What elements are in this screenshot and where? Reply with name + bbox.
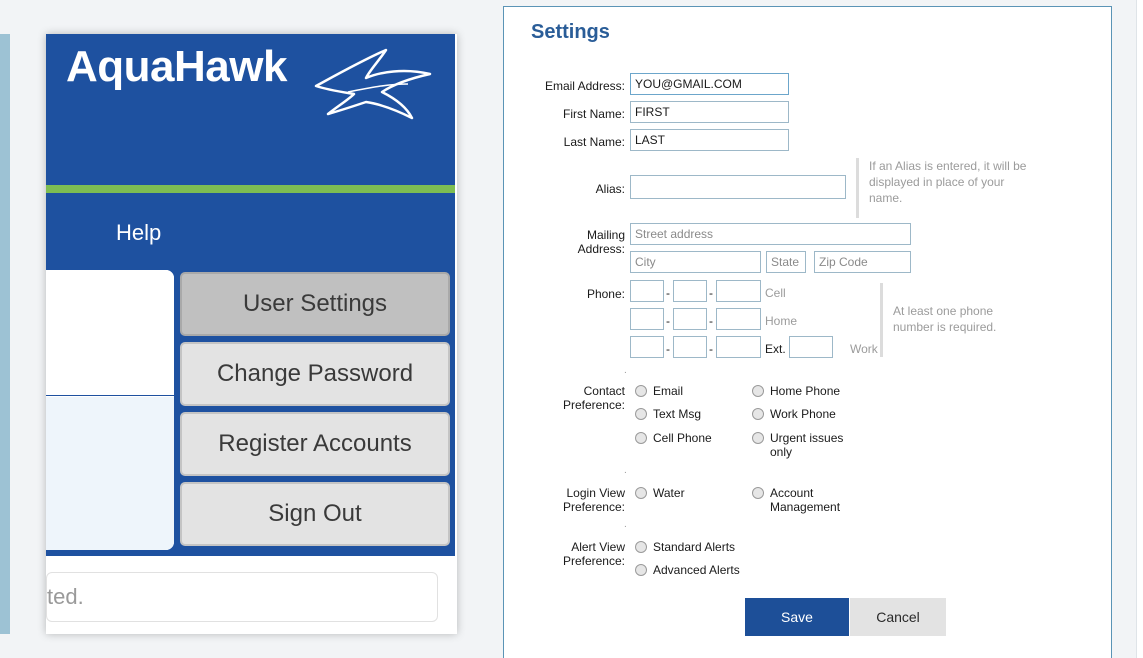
contact-home-phone-option[interactable]: Home Phone bbox=[752, 384, 840, 398]
status-message: ted. bbox=[46, 572, 438, 622]
contact-cell-phone-option[interactable]: Cell Phone bbox=[635, 431, 712, 445]
zip-code-input[interactable] bbox=[814, 251, 911, 273]
app-panel: AquaHawk Help User Settings Change Passw… bbox=[0, 0, 500, 658]
radio-button[interactable] bbox=[635, 408, 647, 420]
sign-out-button[interactable]: Sign Out bbox=[180, 482, 450, 546]
app-window: AquaHawk Help User Settings Change Passw… bbox=[46, 34, 457, 634]
work-prefix-input[interactable] bbox=[673, 336, 707, 358]
content-section-top bbox=[46, 270, 174, 396]
cell-tag: Cell bbox=[765, 286, 786, 300]
left-edge-strip bbox=[0, 34, 10, 634]
phone-hint: At least one phone number is required. bbox=[880, 283, 1020, 357]
radio-button[interactable] bbox=[752, 432, 764, 444]
alert-view-label-line2: Preference: bbox=[562, 554, 625, 568]
contact-urgent-only-option[interactable]: Urgent issues only bbox=[752, 431, 852, 459]
ext-label: Ext. bbox=[765, 342, 786, 356]
separator-dot: . bbox=[624, 365, 627, 376]
register-accounts-button[interactable]: Register Accounts bbox=[180, 412, 450, 476]
email-field[interactable] bbox=[630, 73, 789, 95]
phone-dash: - bbox=[666, 314, 670, 328]
app-header-area: AquaHawk Help User Settings Change Passw… bbox=[46, 34, 455, 556]
radio-button[interactable] bbox=[635, 432, 647, 444]
work-line-input[interactable] bbox=[716, 336, 761, 358]
alias-label: Alias: bbox=[595, 182, 625, 196]
nav-help[interactable]: Help bbox=[116, 220, 161, 246]
state-input[interactable] bbox=[766, 251, 806, 273]
save-button[interactable]: Save bbox=[745, 598, 849, 636]
contact-text-msg-option[interactable]: Text Msg bbox=[635, 407, 701, 421]
mailing-label-line2: Address: bbox=[577, 242, 625, 256]
work-ext-input[interactable] bbox=[789, 336, 833, 358]
contact-work-phone-option[interactable]: Work Phone bbox=[752, 407, 836, 421]
phone-label: Phone: bbox=[586, 287, 625, 301]
separator-dot: . bbox=[624, 465, 627, 476]
alert-view-label-line1: Alert View bbox=[571, 540, 625, 554]
phone-dash: - bbox=[666, 286, 670, 300]
content-section-bottom bbox=[46, 397, 174, 550]
work-area-code-input[interactable] bbox=[630, 336, 664, 358]
right-edge-frame bbox=[1136, 0, 1143, 658]
content-panel bbox=[46, 270, 174, 550]
radio-button[interactable] bbox=[635, 564, 647, 576]
dialog-title: Settings bbox=[531, 21, 610, 43]
user-settings-button[interactable]: User Settings bbox=[180, 272, 450, 336]
cancel-button[interactable]: Cancel bbox=[850, 598, 946, 636]
contact-email-option[interactable]: Email bbox=[635, 384, 683, 398]
logo-text: AquaHawk bbox=[66, 42, 287, 91]
email-label: Email Address: bbox=[544, 79, 625, 93]
home-prefix-input[interactable] bbox=[673, 308, 707, 330]
street-address-input[interactable] bbox=[630, 223, 911, 245]
cell-area-code-input[interactable] bbox=[630, 280, 664, 302]
alias-hint: If an Alias is entered, it will be displ… bbox=[856, 158, 1041, 218]
work-tag: Work bbox=[850, 342, 878, 356]
home-area-code-input[interactable] bbox=[630, 308, 664, 330]
alias-field[interactable] bbox=[630, 175, 846, 199]
settings-dialog: Settings Email Address: First Name: Last… bbox=[503, 6, 1112, 658]
accent-bar bbox=[46, 185, 455, 193]
phone-dash: - bbox=[709, 286, 713, 300]
radio-button[interactable] bbox=[752, 487, 764, 499]
cell-prefix-input[interactable] bbox=[673, 280, 707, 302]
alert-view-advanced-option[interactable]: Advanced Alerts bbox=[635, 563, 740, 577]
radio-button[interactable] bbox=[635, 385, 647, 397]
last-name-label: Last Name: bbox=[563, 135, 625, 149]
alert-view-standard-option[interactable]: Standard Alerts bbox=[635, 540, 735, 554]
last-name-field[interactable] bbox=[630, 129, 789, 151]
radio-button[interactable] bbox=[635, 541, 647, 553]
login-view-label-line1: Login View bbox=[566, 486, 626, 500]
separator-dot: . bbox=[624, 519, 627, 530]
home-line-input[interactable] bbox=[716, 308, 761, 330]
first-name-field[interactable] bbox=[630, 101, 789, 123]
phone-dash: - bbox=[666, 342, 670, 356]
phone-dash: - bbox=[709, 342, 713, 356]
radio-button[interactable] bbox=[752, 408, 764, 420]
contact-label-line2: Preference: bbox=[562, 398, 625, 412]
first-name-label: First Name: bbox=[562, 107, 625, 121]
change-password-button[interactable]: Change Password bbox=[180, 342, 450, 406]
hawk-logo-icon bbox=[314, 48, 432, 120]
city-input[interactable] bbox=[630, 251, 761, 273]
login-view-account-management-option[interactable]: Account Management bbox=[752, 486, 852, 514]
radio-button[interactable] bbox=[635, 487, 647, 499]
home-tag: Home bbox=[765, 314, 798, 328]
radio-button[interactable] bbox=[752, 385, 764, 397]
cell-line-input[interactable] bbox=[716, 280, 761, 302]
login-view-label-line2: Preference: bbox=[562, 500, 625, 514]
login-view-water-option[interactable]: Water bbox=[635, 486, 685, 500]
contact-label-line1: Contact bbox=[583, 384, 625, 398]
phone-dash: - bbox=[709, 314, 713, 328]
mailing-label-line1: Mailing bbox=[586, 228, 625, 242]
